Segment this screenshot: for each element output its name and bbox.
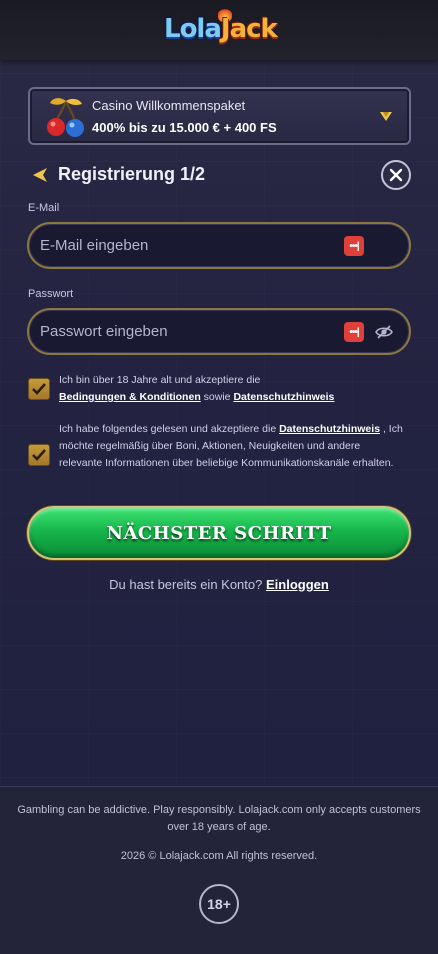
marketing-checkbox[interactable] <box>28 444 50 466</box>
copyright: 2026 © Lolajack.com All rights reserved. <box>120 850 318 862</box>
terms-link[interactable]: Bedingungen & Konditionen <box>59 391 201 403</box>
eye-slash-icon[interactable] <box>375 324 393 340</box>
chevron-down-icon[interactable] <box>379 109 393 123</box>
close-icon <box>389 168 403 182</box>
logo-text-main: Lola <box>164 14 222 44</box>
promo-title: Casino Willkommenspaket <box>92 98 246 113</box>
gambling-disclaimer: Gambling can be addictive. Play responsi… <box>17 804 421 833</box>
terms-checkbox[interactable] <box>28 378 50 400</box>
login-prompt-text: Du hast bereits ein Konto? <box>109 577 263 592</box>
header: LolaJack <box>0 0 438 60</box>
back-arrow-icon[interactable] <box>32 167 48 183</box>
lolajack-logo[interactable]: LolaJack <box>164 6 278 54</box>
close-button[interactable] <box>381 160 411 190</box>
footer: Gambling can be addictive. Play responsi… <box>0 786 438 954</box>
privacy-link[interactable]: Datenschutzhinweis <box>233 391 334 403</box>
consent-text: sowie <box>203 391 231 403</box>
next-step-label: NÄCHSTER SCHRITT <box>106 522 332 544</box>
email-label: E-Mail <box>28 202 60 214</box>
login-prompt: Du hast bereits ein Konto? Einloggen <box>0 577 438 592</box>
terms-consent-text: Ich bin über 18 Jahre alt und akzeptiere… <box>59 372 404 406</box>
login-link[interactable]: Einloggen <box>266 577 329 592</box>
password-manager-icon[interactable]: •••| <box>344 236 364 256</box>
email-placeholder: E-Mail eingeben <box>40 237 149 254</box>
consent-text: Ich habe folgendes gelesen und akzeptier… <box>59 423 277 435</box>
promo-subtitle: 400% bis zu 15.000 € + 400 FS <box>92 120 277 135</box>
email-field[interactable]: E-Mail eingeben •••| <box>27 222 411 269</box>
checkmark-icon <box>32 449 46 461</box>
checkmark-icon <box>32 383 46 395</box>
password-manager-icon[interactable]: •••| <box>344 322 364 342</box>
password-field[interactable]: Passwort eingeben •••| <box>27 308 411 355</box>
logo-text-accent: Jack <box>220 14 278 44</box>
registration-header: Registrierung 1/2 <box>28 158 411 192</box>
age-restriction-badge: 18+ <box>199 884 239 924</box>
next-step-button[interactable]: NÄCHSTER SCHRITT <box>27 506 411 560</box>
cherries-icon <box>47 98 84 137</box>
welcome-bonus-dropdown[interactable]: Casino Willkommenspaket 400% bis zu 15.0… <box>28 87 411 145</box>
marketing-consent-text: Ich habe folgendes gelesen und akzeptier… <box>59 421 404 472</box>
privacy-link[interactable]: Datenschutzhinweis <box>279 423 380 435</box>
password-placeholder: Passwort eingeben <box>40 323 168 340</box>
password-label: Passwort <box>28 288 74 300</box>
consent-text: Ich bin über 18 Jahre alt und akzeptiere… <box>59 374 261 386</box>
registration-title: Registrierung 1/2 <box>58 164 206 184</box>
